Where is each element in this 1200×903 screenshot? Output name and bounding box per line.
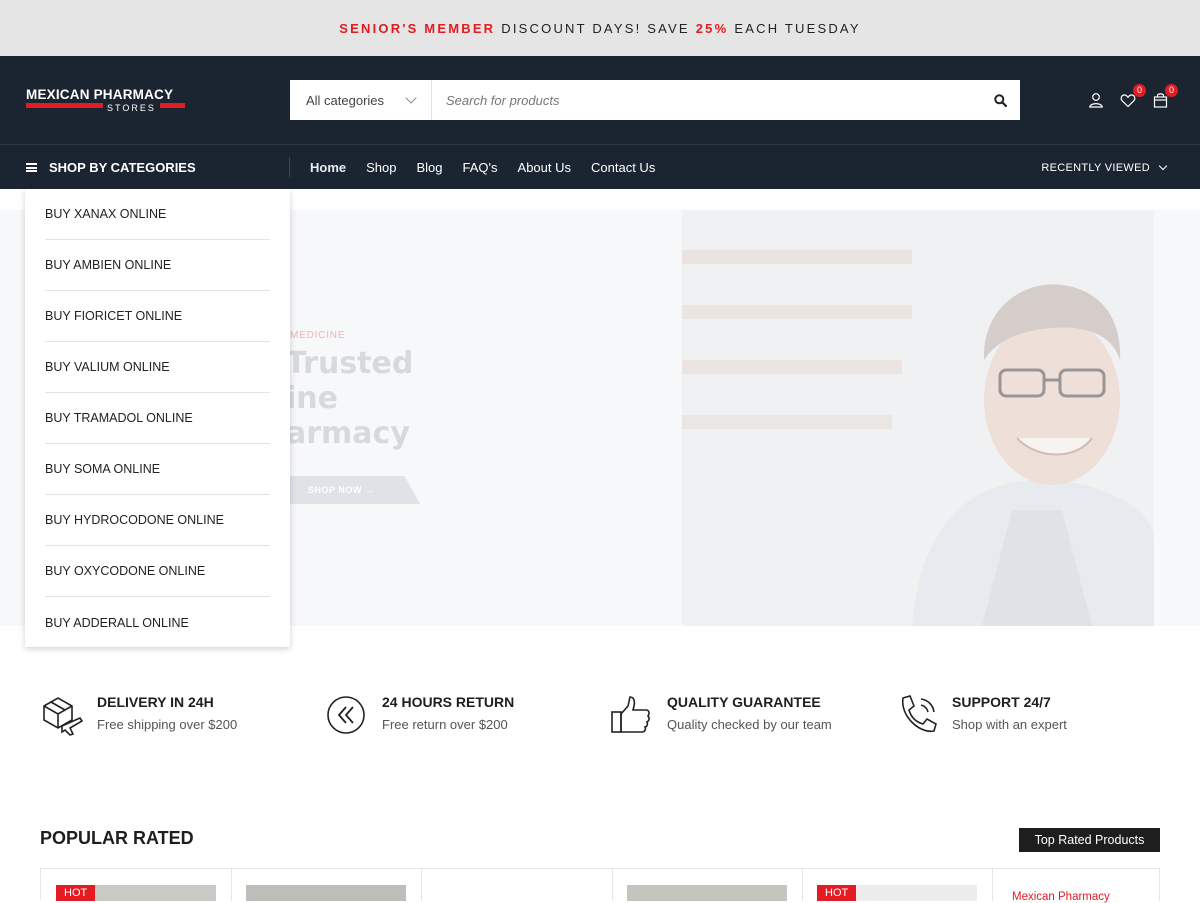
product-grid: HOT HOT Mexican Pharmacy bbox=[40, 868, 1160, 903]
feature-description: Free shipping over $200 bbox=[97, 717, 238, 732]
wishlist-button[interactable]: 0 bbox=[1118, 84, 1146, 110]
search-button[interactable] bbox=[980, 80, 1020, 120]
top-rated-products-tab[interactable]: Top Rated Products bbox=[1019, 828, 1160, 852]
product-card[interactable] bbox=[612, 869, 803, 901]
hot-badge: HOT bbox=[817, 885, 857, 901]
feature-description: Quality checked by our team bbox=[667, 717, 832, 732]
cart-count-badge: 0 bbox=[1165, 84, 1178, 97]
return-arrows-icon bbox=[327, 696, 365, 734]
feature-title: QUALITY GUARANTEE bbox=[667, 694, 821, 710]
category-item-ambien[interactable]: BUY AMBIEN ONLINE bbox=[45, 240, 270, 291]
logo-subtitle: STORES bbox=[103, 103, 160, 113]
user-icon bbox=[1089, 93, 1103, 108]
nav-menu: Home Shop Blog FAQ's About Us Contact Us bbox=[310, 145, 675, 190]
account-button[interactable] bbox=[1086, 90, 1106, 110]
feature-title: 24 HOURS RETURN bbox=[382, 694, 515, 710]
product-image bbox=[246, 885, 406, 901]
promo-text: DISCOUNT DAYS! SAVE bbox=[501, 20, 690, 36]
product-card[interactable]: Mexican Pharmacy bbox=[992, 869, 1160, 903]
wishlist-count-badge: 0 bbox=[1133, 84, 1146, 97]
delivery-box-plane-icon bbox=[43, 697, 84, 736]
product-card[interactable]: HOT bbox=[802, 869, 993, 901]
category-item-hydrocodone[interactable]: BUY HYDROCODONE ONLINE bbox=[45, 495, 270, 546]
nav-divider bbox=[289, 157, 290, 177]
shop-now-button[interactable]: SHOP NOW → bbox=[290, 476, 420, 504]
shop-by-categories-label: SHOP BY CATEGORIES bbox=[49, 160, 196, 175]
promo-text-end: EACH TUESDAY bbox=[734, 20, 861, 36]
product-card[interactable] bbox=[422, 869, 613, 901]
nav-item-blog[interactable]: Blog bbox=[417, 160, 443, 175]
hamburger-icon bbox=[26, 163, 37, 172]
nav-item-contact-us[interactable]: Contact Us bbox=[591, 160, 655, 175]
nav-item-shop[interactable]: Shop bbox=[366, 160, 396, 175]
site-header: MEXICAN PHARMACY STORES All categories 0 bbox=[0, 56, 1200, 189]
main-navigation: SHOP BY CATEGORIES Home Shop Blog FAQ's … bbox=[0, 144, 1200, 189]
hero-subtitle: MEDICINE bbox=[290, 330, 346, 341]
feature-description: Free return over $200 bbox=[382, 717, 508, 732]
category-item-tramadol[interactable]: BUY TRAMADOL ONLINE bbox=[45, 393, 270, 444]
logo-title: MEXICAN PHARMACY bbox=[26, 87, 174, 102]
hot-badge: HOT bbox=[56, 885, 96, 901]
chevron-down-icon bbox=[1158, 161, 1168, 170]
chevron-down-icon bbox=[405, 92, 417, 104]
recently-viewed-dropdown[interactable]: RECENTLY VIEWED bbox=[1041, 145, 1168, 190]
product-title: Mexican Pharmacy bbox=[1012, 891, 1110, 903]
pharmacist-illustration bbox=[682, 210, 1154, 626]
recently-viewed-label: RECENTLY VIEWED bbox=[1041, 161, 1150, 174]
product-image bbox=[627, 885, 787, 901]
shopping-bag-icon bbox=[1153, 93, 1167, 108]
category-select[interactable]: All categories bbox=[290, 80, 432, 120]
cart-button[interactable]: 0 bbox=[1150, 84, 1178, 110]
category-item-oxycodone[interactable]: BUY OXYCODONE ONLINE bbox=[45, 546, 270, 597]
thumbs-up-icon bbox=[611, 696, 650, 733]
phone-icon bbox=[902, 695, 937, 732]
site-logo[interactable]: MEXICAN PHARMACY STORES bbox=[26, 88, 186, 118]
popular-rated-heading: POPULAR RATED bbox=[40, 828, 194, 848]
product-card[interactable] bbox=[231, 869, 422, 901]
nav-item-faqs[interactable]: FAQ's bbox=[463, 160, 498, 175]
search-icon bbox=[993, 93, 1007, 107]
promo-discount: 25% bbox=[695, 20, 729, 36]
features-row: DELIVERY IN 24H Free shipping over $200 … bbox=[40, 692, 1160, 742]
search-input[interactable] bbox=[432, 80, 980, 120]
product-card[interactable]: HOT bbox=[41, 869, 232, 901]
categories-dropdown: BUY XANAX ONLINE BUY AMBIEN ONLINE BUY F… bbox=[25, 189, 290, 647]
shop-by-categories-button[interactable]: SHOP BY CATEGORIES bbox=[26, 145, 196, 190]
category-item-adderall[interactable]: BUY ADDERALL ONLINE bbox=[45, 597, 270, 648]
category-select-value: All categories bbox=[306, 92, 385, 108]
search-bar: All categories bbox=[290, 80, 1020, 120]
category-item-soma[interactable]: BUY SOMA ONLINE bbox=[45, 444, 270, 495]
promo-bar: SENIOR'S MEMBER DISCOUNT DAYS! SAVE 25% … bbox=[0, 0, 1200, 56]
category-item-fioricet[interactable]: BUY FIORICET ONLINE bbox=[45, 291, 270, 342]
promo-highlight: SENIOR'S MEMBER bbox=[339, 20, 496, 36]
nav-item-about-us[interactable]: About Us bbox=[518, 160, 571, 175]
feature-title: SUPPORT 24/7 bbox=[952, 694, 1051, 710]
pharmacist-photo bbox=[682, 210, 1154, 626]
feature-title: DELIVERY IN 24H bbox=[97, 694, 214, 710]
category-item-valium[interactable]: BUY VALIUM ONLINE bbox=[45, 342, 270, 393]
feature-description: Shop with an expert bbox=[952, 717, 1067, 732]
nav-item-home[interactable]: Home bbox=[310, 160, 346, 175]
category-item-xanax[interactable]: BUY XANAX ONLINE bbox=[45, 189, 270, 240]
